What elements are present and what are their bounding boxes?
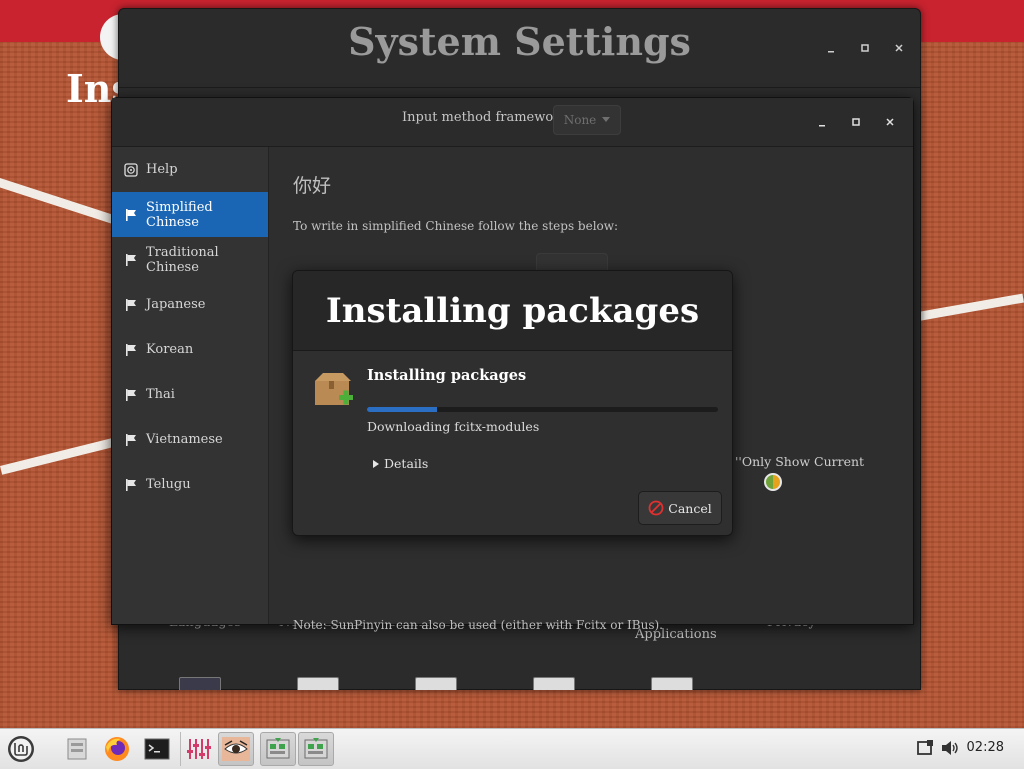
flag-icon (126, 343, 136, 356)
file-manager-icon (67, 738, 87, 760)
firefox-icon (105, 737, 129, 761)
framework-label: Input method framework: (402, 110, 572, 125)
sidebar-item-label: Thai (146, 387, 175, 402)
framework-select[interactable]: None (553, 105, 621, 135)
minimize-button[interactable] (814, 36, 848, 60)
chevron-down-icon (602, 117, 611, 122)
sidebar-item-label: Korean (146, 342, 194, 357)
sidebar-item-help[interactable]: Help (112, 147, 268, 192)
only-show-current-label: ''Only Show Current (735, 454, 865, 469)
instructions-text: To write in simplified Chinese follow th… (293, 219, 619, 233)
mixer-launcher[interactable] (180, 732, 215, 766)
input-window-controls (805, 110, 907, 134)
package-install-icon (313, 369, 355, 415)
flag-icon (126, 298, 136, 311)
settings-app-icon (266, 738, 290, 759)
details-expander[interactable]: Details (373, 456, 428, 471)
sidebar-item-label: Help (146, 162, 178, 177)
terminal-launcher[interactable] (140, 732, 174, 766)
installing-packages-dialog: Installing packages Installing packages … (292, 270, 733, 536)
sidebar-item-korean[interactable]: Korean (112, 327, 268, 372)
details-label: Details (384, 456, 429, 471)
settings-titlebar[interactable]: System Settings (119, 9, 920, 88)
sidebar-item-label: Simplified Chinese (146, 199, 213, 230)
close-button[interactable] (873, 110, 907, 134)
terminal-icon (144, 738, 170, 760)
settings-title: System Settings (348, 19, 691, 64)
dialog-header[interactable]: Installing packages (293, 271, 732, 351)
cancel-button[interactable]: Cancel (638, 491, 722, 525)
input-indicator-icon (764, 473, 782, 491)
volume-tray-button[interactable] (940, 739, 960, 761)
minimize-icon (828, 51, 834, 53)
firefox-launcher[interactable] (100, 732, 134, 766)
taskbar-app-input-method[interactable] (298, 732, 334, 766)
menu-button[interactable] (4, 732, 38, 766)
input-method-titlebar[interactable]: Input method framework: None (112, 98, 913, 147)
category-icon[interactable] (297, 677, 339, 690)
language-sidebar: Help Simplified Chinese Traditional Chin… (112, 147, 269, 624)
taskbar: 02:28 (0, 728, 1024, 769)
maximize-icon (852, 118, 860, 126)
taskbar-app-eye[interactable] (218, 732, 254, 766)
sidebar-item-label: Japanese (146, 297, 206, 312)
network-tray-button[interactable] (916, 739, 934, 761)
sidebar-item-thai[interactable]: Thai (112, 372, 268, 417)
equalizer-icon (187, 739, 211, 759)
flag-icon (126, 388, 136, 401)
flag-icon (126, 208, 136, 221)
chevron-right-icon (373, 459, 379, 468)
sidebar-item-japanese[interactable]: Japanese (112, 282, 268, 327)
category-icon[interactable] (179, 677, 221, 690)
taskbar-clock[interactable]: 02:28 (967, 740, 1004, 755)
settings-window-controls (814, 36, 916, 60)
close-icon (895, 44, 903, 52)
close-icon (886, 118, 894, 126)
category-icon[interactable] (533, 677, 575, 690)
install-progress-fill (367, 407, 438, 412)
file-manager-launcher[interactable] (62, 732, 92, 766)
eye-icon (222, 737, 250, 761)
mint-logo-icon (8, 736, 34, 762)
cancel-label: Cancel (668, 500, 712, 516)
close-button[interactable] (882, 36, 916, 60)
sidebar-item-vietnamese[interactable]: Vietnamese (112, 417, 268, 462)
flag-icon (126, 253, 136, 266)
sidebar-item-label: Telugu (146, 477, 191, 492)
maximize-icon (861, 44, 869, 52)
sidebar-item-label: Vietnamese (146, 432, 223, 447)
sidebar-item-simplified-chinese[interactable]: Simplified Chinese (112, 192, 268, 237)
flag-icon (126, 433, 136, 446)
minimize-icon (819, 125, 825, 127)
sidebar-item-traditional-chinese[interactable]: Traditional Chinese (112, 237, 268, 282)
flag-icon (126, 478, 136, 491)
maximize-button[interactable] (839, 110, 873, 134)
maximize-button[interactable] (848, 36, 882, 60)
input-method-app-icon (304, 738, 328, 759)
network-icon (917, 740, 933, 755)
note-text: Note: SunPinyin can also be used (either… (293, 618, 663, 632)
dialog-title: Installing packages (367, 367, 527, 384)
minimize-button[interactable] (805, 110, 839, 134)
sidebar-item-telugu[interactable]: Telugu (112, 462, 268, 507)
help-icon (124, 162, 138, 177)
install-progress-bar (367, 407, 718, 412)
taskbar-app-settings[interactable] (260, 732, 296, 766)
volume-icon (942, 741, 958, 755)
install-status-text: Downloading fcitx-modules (367, 419, 540, 434)
sidebar-item-label: Traditional Chinese (146, 244, 219, 275)
cancel-icon (648, 500, 664, 516)
category-icon[interactable] (651, 677, 693, 690)
greeting-heading: 你好 (293, 175, 332, 197)
category-icon[interactable] (415, 677, 457, 690)
framework-select-value: None (563, 113, 597, 127)
